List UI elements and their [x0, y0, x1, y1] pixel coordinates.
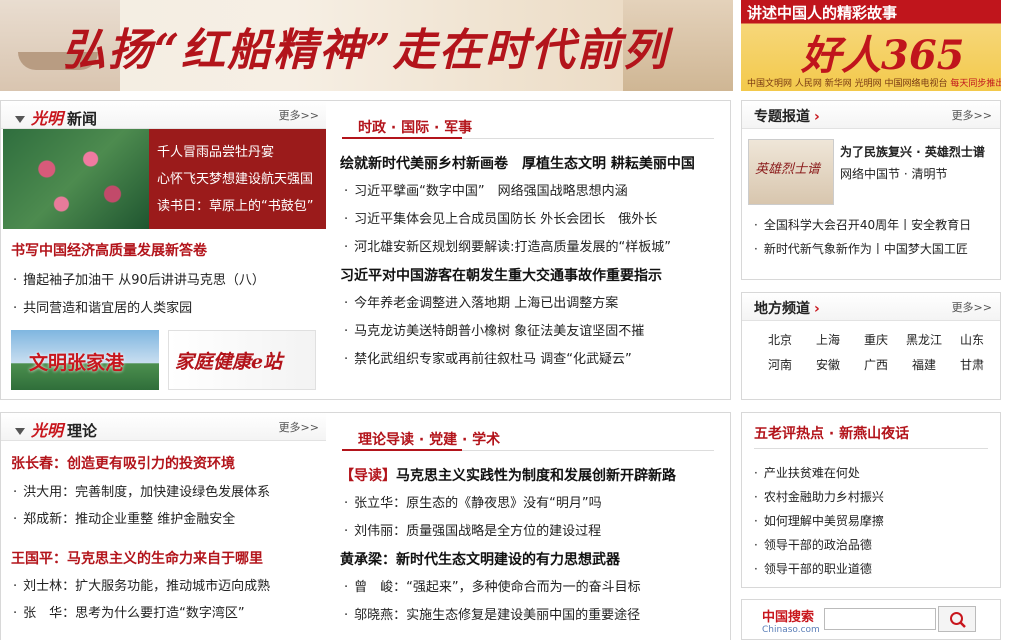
chinaso-search: 中国搜索 Chinaso.com	[741, 599, 1001, 640]
theory-item[interactable]: 刘士林：扩大服务功能，推动城市迈向成熟	[13, 573, 270, 600]
banner-side-top-text: 讲述中国人的精彩故事	[747, 4, 898, 22]
regional-box: 地方频道 › 更多>> 北京 上海 重庆 黑龙江 山东 河南 安徽 广西 福建 甘…	[741, 292, 1001, 400]
search-button[interactable]	[938, 606, 976, 632]
guangming-logo: 光明	[31, 109, 64, 128]
hotspot-box: 五老评热点 · 新燕山夜话 产业扶贫难在何处 农村金融助力乡村振兴 如何理解中美…	[741, 412, 1001, 588]
news-box-header: 光明 新闻 更多>>	[1, 101, 327, 129]
regional-more-link[interactable]: 更多>>	[952, 299, 992, 315]
hotspot-title[interactable]: 五老评热点 · 新燕山夜话	[754, 423, 909, 443]
hotspot-item[interactable]: 领导干部的职业道德	[754, 557, 884, 581]
guide-section-header: 理论导读 · 党建 · 学术	[342, 427, 714, 451]
good-people-banner[interactable]: 讲述中国人的精彩故事 好人365 中国文明网 人民网 新华网 光明网 中国网络电…	[741, 0, 1001, 91]
city-link[interactable]: 北京	[756, 331, 804, 348]
city-link[interactable]: 重庆	[852, 331, 900, 348]
chinaso-logo[interactable]: 中国搜索 Chinaso.com	[762, 606, 820, 635]
feature-item[interactable]: 读书日：草原上的“书鼓包”	[157, 193, 313, 220]
main-banner[interactable]: 弘扬“红船精神”走在时代前列	[0, 0, 733, 91]
politics-item[interactable]: 今年养老金调整进入落地期 上海已出调整方案	[344, 290, 644, 318]
news-feature-panel: 千人冒雨品尝牡丹宴 心怀飞天梦想建设航天强国 读书日：草原上的“书鼓包”	[3, 129, 327, 229]
special-item[interactable]: 全国科学大会召开40周年丨安全教育日	[754, 213, 971, 237]
politics-lead[interactable]: 绘就新时代美丽乡村新画卷 厚植生态文明 耕耘美丽中国	[340, 153, 695, 173]
city-link[interactable]: 山东	[948, 331, 996, 348]
city-link[interactable]: 广西	[852, 356, 900, 373]
guide-tag: 【导读】	[340, 468, 396, 484]
theory-title: 理论	[67, 422, 98, 440]
special-feature-image[interactable]: 英雄烈士谱	[748, 139, 834, 205]
city-link[interactable]: 安徽	[804, 356, 852, 373]
guide-item[interactable]: 邬晓燕：实施生态修复是建设美丽中国的重要途径	[344, 602, 641, 630]
banner-slogan: 弘扬“红船精神”走在时代前列	[62, 25, 669, 76]
feature-item[interactable]: 心怀飞天梦想建设航天强国	[157, 166, 313, 193]
special-reports-box: 专题报道 › 更多>> 英雄烈士谱 为了民族复兴 · 英雄烈士谱 网络中国节 · …	[741, 100, 1001, 280]
politics-item[interactable]: 禁化武组织专家或再前往叙杜马 调查“化武疑云”	[344, 346, 644, 374]
news-title: 新闻	[67, 110, 98, 128]
guide-item[interactable]: 曾 峻：“强起来”，多种使命合而为一的奋斗目标	[344, 574, 640, 602]
city-link[interactable]: 福建	[900, 356, 948, 373]
city-link[interactable]: 上海	[804, 331, 852, 348]
special-feature-sub[interactable]: 网络中国节 · 清明节	[840, 165, 947, 182]
news-list-item[interactable]: 共同营造和谐宜居的人类家园	[13, 295, 265, 323]
hotspot-item[interactable]: 农村金融助力乡村振兴	[754, 485, 884, 509]
guide-item[interactable]: 张立华：原生态的《静夜思》没有“明月”吗	[344, 490, 601, 518]
theory-box: 光明理论 更多>> 张长春：创造更有吸引力的投资环境 洪大用：完善制度，加快建设…	[0, 412, 328, 640]
promo-family-health[interactable]: 家庭健康e站	[168, 330, 316, 390]
hotspot-item[interactable]: 如何理解中美贸易摩擦	[754, 509, 884, 533]
special-image-caption: 英雄烈士谱	[755, 162, 821, 177]
guide-item[interactable]: 刘伟丽：质量强国战略是全方位的建设过程	[344, 518, 602, 546]
promo-family-health-text: 家庭健康e站	[175, 351, 283, 373]
chevron-right-icon: ›	[814, 301, 820, 317]
search-input[interactable]	[824, 608, 936, 630]
collapse-triangle-icon[interactable]	[15, 116, 25, 123]
banner-side-logo: 好人365	[801, 32, 965, 79]
news-headline[interactable]: 书写中国经济高质量发展新答卷	[11, 240, 207, 260]
politics-section-title[interactable]: 时政 · 国际 · 军事	[358, 117, 472, 137]
city-link[interactable]: 河南	[756, 356, 804, 373]
special-item[interactable]: 新时代新气象新作为丨中国梦大国工匠	[754, 237, 971, 261]
theory-guide-box: 理论导读 · 党建 · 学术 【导读】马克思主义实践性为制度和发展创新开辟新路 …	[326, 412, 731, 640]
news-box: 光明 新闻 更多>> 千人冒雨品尝牡丹宴 心怀飞天梦想建设航天强国 读书日：草原上…	[0, 100, 328, 400]
politics-item[interactable]: 习近平擘画“数字中国” 网络强国战略思想内涵	[344, 178, 671, 206]
guide-lead[interactable]: 黄承梁：新时代生态文明建设的有力思想武器	[340, 549, 620, 569]
regional-title[interactable]: 地方频道	[754, 301, 810, 317]
promo-zhangjiagang-text: 文明张家港	[29, 352, 125, 374]
promo-zhangjiagang[interactable]: 文明张家港	[11, 330, 159, 390]
theory-headline[interactable]: 王国平：马克思主义的生命力来自于哪里	[11, 548, 263, 568]
special-title[interactable]: 专题报道	[754, 109, 810, 125]
city-link[interactable]: 甘肃	[948, 356, 996, 373]
news-list-item[interactable]: 撸起袖子加油干 从90后讲讲马克思（八）	[13, 267, 265, 295]
theory-item[interactable]: 洪大用：完善制度，加快建设绿色发展体系	[13, 479, 270, 506]
guide-lead[interactable]: 【导读】马克思主义实践性为制度和发展创新开辟新路	[340, 465, 676, 485]
banner-side-sponsors: 中国文明网 人民网 新华网 光明网 中国网络电视台 每天同步推出	[747, 79, 1001, 89]
politics-item[interactable]: 河北雄安新区规划纲要解读:打造高质量发展的“样板城”	[344, 234, 671, 262]
politics-item[interactable]: 习近平集体会见上合成员国防长 外长会团长 俄外长	[344, 206, 671, 234]
theory-headline[interactable]: 张长春：创造更有吸引力的投资环境	[11, 453, 235, 473]
theory-more-link[interactable]: 更多>>	[279, 419, 319, 435]
politics-section-header: 时政 · 国际 · 军事	[342, 115, 714, 139]
feature-item[interactable]: 千人冒雨品尝牡丹宴	[157, 139, 313, 166]
theory-box-header: 光明 理论 更多>>	[1, 413, 327, 441]
guangming-logo: 光明	[31, 421, 64, 440]
hotspot-item[interactable]: 产业扶贫难在何处	[754, 461, 884, 485]
chevron-right-icon: ›	[814, 109, 820, 125]
collapse-triangle-icon[interactable]	[15, 428, 25, 435]
regional-header: 地方频道 › 更多>>	[742, 293, 1000, 321]
hotspot-item[interactable]: 领导干部的政治品德	[754, 533, 884, 557]
politics-item[interactable]: 马克龙访美送特朗普小橡树 象征法美友谊坚固不摧	[344, 318, 644, 346]
theory-item[interactable]: 张 华：思考为什么要打造“数字湾区”	[13, 600, 270, 627]
politics-lead[interactable]: 习近平对中国游客在朝发生重大交通事故作重要指示	[340, 265, 662, 285]
theory-item[interactable]: 郑成新：推动企业重整 维护金融安全	[13, 506, 270, 533]
special-more-link[interactable]: 更多>>	[952, 107, 992, 123]
hotspot-header: 五老评热点 · 新燕山夜话	[754, 421, 988, 449]
news-feature-image[interactable]	[3, 129, 149, 229]
search-icon	[950, 612, 966, 628]
city-link[interactable]: 黑龙江	[900, 331, 948, 348]
city-grid: 北京 上海 重庆 黑龙江 山东 河南 安徽 广西 福建 甘肃	[756, 331, 996, 373]
guide-section-title[interactable]: 理论导读 · 党建 · 学术	[358, 429, 500, 449]
special-feature-title[interactable]: 为了民族复兴 · 英雄烈士谱	[840, 143, 985, 160]
politics-box: 时政 · 国际 · 军事 绘就新时代美丽乡村新画卷 厚植生态文明 耕耘美丽中国 …	[326, 100, 731, 400]
special-header: 专题报道 › 更多>>	[742, 101, 1000, 129]
news-more-link[interactable]: 更多>>	[279, 107, 319, 123]
